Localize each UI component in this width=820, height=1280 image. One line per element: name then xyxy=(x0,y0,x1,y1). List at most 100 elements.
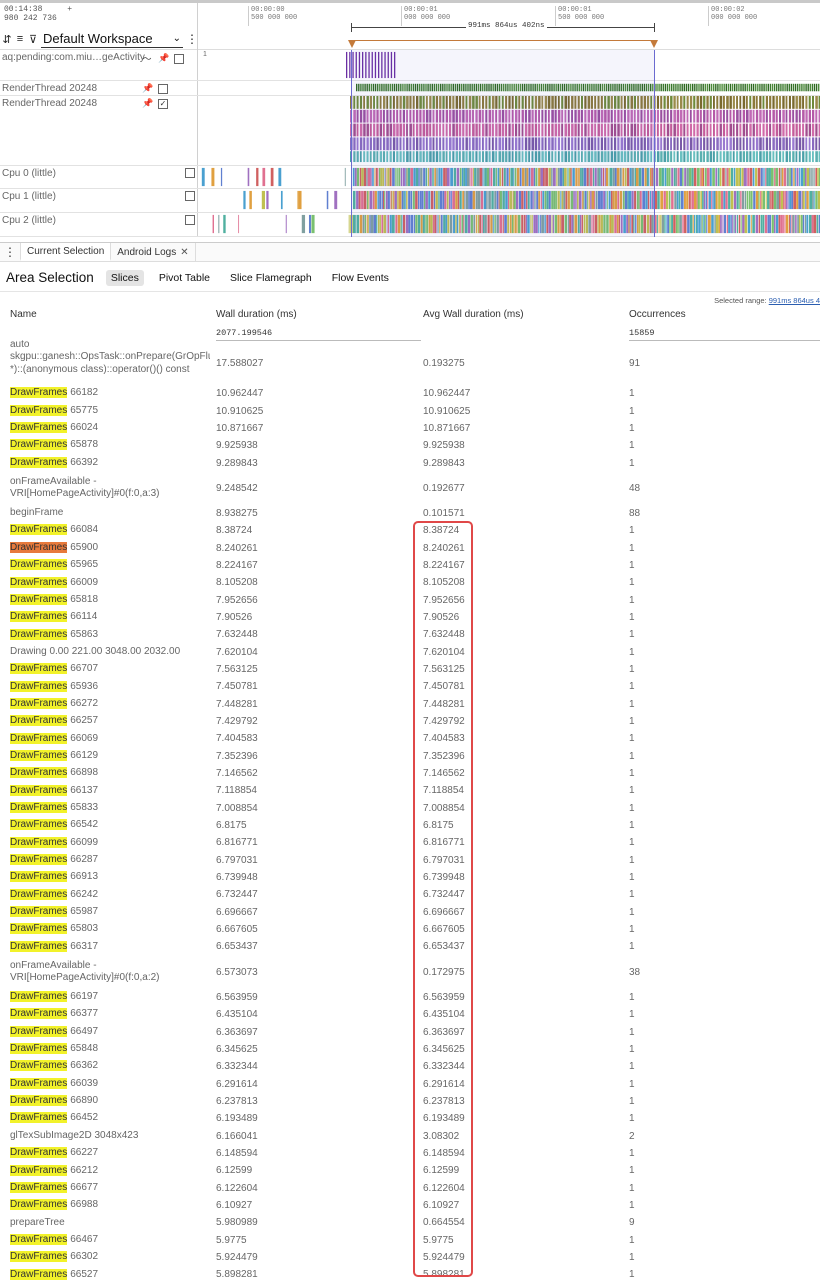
track-canvas[interactable] xyxy=(198,213,820,236)
pin-icon[interactable]: 📌 xyxy=(142,98,153,109)
track-canvas[interactable] xyxy=(198,166,820,188)
track-cpu2[interactable]: Cpu 2 (little) xyxy=(0,213,820,237)
column-header-avg-wall-duration[interactable]: Avg Wall duration (ms) xyxy=(423,309,524,320)
column-header-occurrences[interactable]: Occurrences xyxy=(629,309,686,320)
table-row[interactable]: DrawFrames 65803 6.667605 6.667605 1 xyxy=(0,921,820,938)
track-checkbox[interactable] xyxy=(174,53,184,64)
table-row[interactable]: DrawFrames 66182 10.962447 10.962447 1 xyxy=(0,385,820,402)
table-row[interactable]: DrawFrames 66039 6.291614 6.291614 1 xyxy=(0,1075,820,1092)
table-row[interactable]: glTexSubImage2D 3048x423 6.166041 3.08302 2 xyxy=(0,1127,820,1144)
table-row[interactable]: DrawFrames 65848 6.345625 6.345625 1 xyxy=(0,1041,820,1058)
track-buttons: 📌 xyxy=(142,83,168,94)
pin-icon[interactable]: 📌 xyxy=(158,53,169,64)
table-row[interactable]: beginFrame 8.938275 0.101571 88 xyxy=(0,505,820,522)
table-row[interactable]: DrawFrames 66452 6.193489 6.193489 1 xyxy=(0,1110,820,1127)
table-row[interactable]: DrawFrames 66988 6.10927 6.10927 1 xyxy=(0,1197,820,1214)
track-canvas[interactable] xyxy=(198,189,820,212)
table-row[interactable]: DrawFrames 65863 7.632448 7.632448 1 xyxy=(0,626,820,643)
subtab-pivot-table[interactable]: Pivot Table xyxy=(154,270,215,286)
column-header-wall-duration[interactable]: Wall duration (ms) xyxy=(216,309,297,320)
slice xyxy=(574,96,577,109)
cpu-slice xyxy=(366,167,368,187)
table-row[interactable]: DrawFrames 66392 9.289843 9.289843 1 xyxy=(0,454,820,471)
table-row[interactable]: DrawFrames 66099 6.816771 6.816771 1 xyxy=(0,834,820,851)
table-row[interactable]: DrawFrames 65936 7.450781 7.450781 1 xyxy=(0,678,820,695)
table-row[interactable]: DrawFrames 65965 8.224167 8.224167 1 xyxy=(0,557,820,574)
table-row[interactable]: DrawFrames 66069 7.404583 7.404583 1 xyxy=(0,730,820,747)
track-checkbox[interactable] xyxy=(185,215,195,225)
slice xyxy=(485,137,488,151)
track-checkbox[interactable] xyxy=(185,191,195,201)
chart-icon[interactable]: 〜 xyxy=(142,52,152,65)
sort-lines-icon[interactable]: ≡ xyxy=(15,33,25,45)
table-row[interactable]: DrawFrames 66024 10.871667 10.871667 1 xyxy=(0,420,820,437)
table-row[interactable]: DrawFrames 65900 8.240261 8.240261 1 xyxy=(0,539,820,556)
table-row[interactable]: DrawFrames 66527 5.898281 5.898281 1 xyxy=(0,1266,820,1280)
table-row[interactable]: DrawFrames 66129 7.352396 7.352396 1 xyxy=(0,748,820,765)
track-checkbox[interactable] xyxy=(185,168,195,178)
filter-icon[interactable]: ⊽ xyxy=(28,33,38,46)
subtab-slices[interactable]: Slices xyxy=(105,269,144,286)
table-row[interactable]: DrawFrames 65987 6.696667 6.696667 1 xyxy=(0,904,820,921)
table-row[interactable]: DrawFrames 66898 7.146562 7.146562 1 xyxy=(0,765,820,782)
subtab-flow-events[interactable]: Flow Events xyxy=(327,270,394,286)
track-canvas[interactable] xyxy=(198,96,820,165)
area-marker-start-handle[interactable] xyxy=(348,40,356,48)
table-row[interactable]: prepareTree 5.980989 0.664554 9 xyxy=(0,1214,820,1231)
area-marker-end-handle[interactable] xyxy=(650,40,658,48)
workspace-select[interactable]: Default Workspace ⌄ xyxy=(41,30,183,48)
track-renderthread-1[interactable]: RenderThread 20248 📌 xyxy=(0,81,820,96)
table-row[interactable]: DrawFrames 66009 8.105208 8.105208 1 xyxy=(0,574,820,591)
column-header-name[interactable]: Name xyxy=(10,309,37,320)
track-pending-activity[interactable]: aq:pending:com.miu…geActivity 〜 📌 1 xyxy=(0,50,820,81)
table-row[interactable]: DrawFrames 65818 7.952656 7.952656 1 xyxy=(0,591,820,608)
table-row[interactable]: onFrameAvailable - VRI[HomePageActivity]… xyxy=(0,472,820,505)
table-row[interactable]: DrawFrames 66137 7.118854 7.118854 1 xyxy=(0,782,820,799)
track-renderthread-2[interactable]: RenderThread 20248 📌 ✓ xyxy=(0,96,820,166)
track-canvas[interactable]: 1 xyxy=(198,50,820,80)
table-row[interactable]: DrawFrames 66542 6.8175 6.8175 1 xyxy=(0,817,820,834)
table-row[interactable]: DrawFrames 66377 6.435104 6.435104 1 xyxy=(0,1006,820,1023)
table-row[interactable]: DrawFrames 66707 7.563125 7.563125 1 xyxy=(0,661,820,678)
table-row[interactable]: DrawFrames 66913 6.739948 6.739948 1 xyxy=(0,869,820,886)
table-row[interactable]: onFrameAvailable - VRI[HomePageActivity]… xyxy=(0,956,820,989)
table-row[interactable]: DrawFrames 66677 6.122604 6.122604 1 xyxy=(0,1179,820,1196)
close-icon[interactable]: ✕ xyxy=(180,247,188,258)
table-row[interactable]: DrawFrames 66084 8.38724 8.38724 1 xyxy=(0,522,820,539)
selected-range-link[interactable]: 991ms 864us 4 xyxy=(769,296,820,305)
table-row[interactable]: DrawFrames 66497 6.363697 6.363697 1 xyxy=(0,1023,820,1040)
cpu-slice xyxy=(712,190,714,210)
table-row[interactable]: DrawFrames 66242 6.732447 6.732447 1 xyxy=(0,886,820,903)
workspace-menu-icon[interactable]: ⋮ xyxy=(186,32,198,46)
table-row[interactable]: DrawFrames 66362 6.332344 6.332344 1 xyxy=(0,1058,820,1075)
table-row[interactable]: DrawFrames 66317 6.653437 6.653437 1 xyxy=(0,938,820,955)
subtab-slice-flamegraph[interactable]: Slice Flamegraph xyxy=(225,270,317,286)
track-cpu1[interactable]: Cpu 1 (little) xyxy=(0,189,820,213)
table-row[interactable]: DrawFrames 65878 9.925938 9.925938 1 xyxy=(0,437,820,454)
table-row[interactable]: DrawFrames 66114 7.90526 7.90526 1 xyxy=(0,609,820,626)
table-row[interactable]: DrawFrames 65833 7.008854 7.008854 1 xyxy=(0,800,820,817)
pin-icon[interactable]: 📌 xyxy=(142,83,153,94)
track-cpu0[interactable]: Cpu 0 (little) xyxy=(0,166,820,189)
tab-android-logs[interactable]: Android Logs ✕ xyxy=(111,243,196,261)
track-checkbox[interactable] xyxy=(158,83,168,94)
tab-current-selection[interactable]: Current Selection xyxy=(20,243,112,261)
collapse-all-icon[interactable]: ⇵ xyxy=(2,33,12,46)
table-row[interactable]: DrawFrames 66302 5.924479 5.924479 1 xyxy=(0,1249,820,1266)
table-row[interactable]: Drawing 0.00 221.00 3048.00 2032.00 7.620… xyxy=(0,643,820,660)
thread-state-slice xyxy=(740,83,742,92)
table-row[interactable]: auto skgpu::ganesh::OpsTask::onPrepare(G… xyxy=(0,339,820,385)
table-row[interactable]: DrawFrames 66287 6.797031 6.797031 1 xyxy=(0,852,820,869)
track-canvas[interactable] xyxy=(198,81,820,95)
table-row[interactable]: DrawFrames 66890 6.237813 6.237813 1 xyxy=(0,1093,820,1110)
table-row[interactable]: DrawFrames 66212 6.12599 6.12599 1 xyxy=(0,1162,820,1179)
table-row[interactable]: DrawFrames 65775 10.910625 10.910625 1 xyxy=(0,402,820,419)
slice xyxy=(755,123,759,137)
table-row[interactable]: DrawFrames 66272 7.448281 7.448281 1 xyxy=(0,696,820,713)
table-row[interactable]: DrawFrames 66257 7.429792 7.429792 1 xyxy=(0,713,820,730)
table-row[interactable]: DrawFrames 66227 6.148594 6.148594 1 xyxy=(0,1145,820,1162)
drag-handle-icon[interactable]: ⋮ xyxy=(0,243,20,261)
table-row[interactable]: DrawFrames 66467 5.9775 5.9775 1 xyxy=(0,1231,820,1248)
track-checkbox-checked[interactable]: ✓ xyxy=(158,98,168,109)
table-row[interactable]: DrawFrames 66197 6.563959 6.563959 1 xyxy=(0,989,820,1006)
